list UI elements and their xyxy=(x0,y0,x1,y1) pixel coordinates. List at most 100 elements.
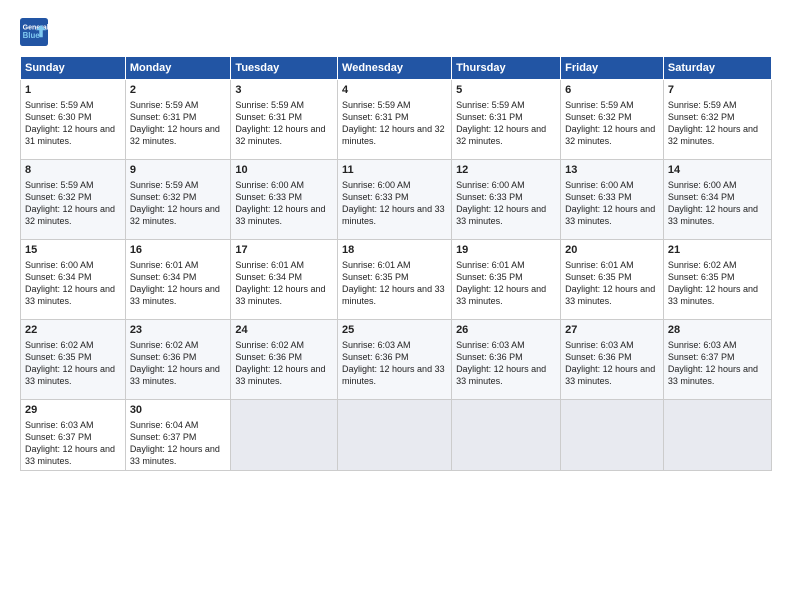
sunrise: Sunrise: 6:04 AM xyxy=(130,420,199,430)
daylight-label: Daylight: 12 hours and 33 minutes. xyxy=(456,284,546,306)
sunrise: Sunrise: 6:02 AM xyxy=(130,340,199,350)
sunrise: Sunrise: 5:59 AM xyxy=(25,180,94,190)
sunrise: Sunrise: 6:03 AM xyxy=(456,340,525,350)
day-header-friday: Friday xyxy=(561,57,664,80)
sunrise: Sunrise: 6:00 AM xyxy=(342,180,411,190)
daylight-label: Daylight: 12 hours and 33 minutes. xyxy=(25,364,115,386)
day-header-row: SundayMondayTuesdayWednesdayThursdayFrid… xyxy=(21,57,772,80)
day-number: 28 xyxy=(668,323,767,338)
sunrise: Sunrise: 6:03 AM xyxy=(25,420,94,430)
sunset: Sunset: 6:37 PM xyxy=(130,432,197,442)
daylight-label: Daylight: 12 hours and 33 minutes. xyxy=(456,204,546,226)
daylight-label: Daylight: 12 hours and 33 minutes. xyxy=(25,444,115,466)
sunrise: Sunrise: 6:03 AM xyxy=(565,340,634,350)
calendar-cell: 11 Sunrise: 6:00 AM Sunset: 6:33 PM Dayligh… xyxy=(338,160,452,240)
daylight-label: Daylight: 12 hours and 32 minutes. xyxy=(342,124,445,146)
sunset: Sunset: 6:33 PM xyxy=(342,192,409,202)
header: General Blue xyxy=(20,18,772,46)
calendar-cell: 10Sunrise: 6:00 AMSunset: 6:33 PMDayligh… xyxy=(231,160,338,240)
sunrise: Sunrise: 6:02 AM xyxy=(25,340,94,350)
day-number: 22 xyxy=(25,323,121,338)
calendar-cell: 12Sunrise: 6:00 AMSunset: 6:33 PMDayligh… xyxy=(452,160,561,240)
calendar-cell xyxy=(561,400,664,471)
calendar-cell: 18Sunrise: 6:01 AMSunset: 6:35 PMDayligh… xyxy=(338,240,452,320)
sunset: Sunset: 6:34 PM xyxy=(235,272,302,282)
sunrise: Sunrise: 6:03 AM xyxy=(668,340,737,350)
daylight-label: Daylight: 12 hours and 32 minutes. xyxy=(130,124,220,146)
week-row-5: 29 Sunrise: 6:03 AM Sunset: 6:37 PM Dayligh… xyxy=(21,400,772,471)
day-number: 9 xyxy=(130,163,227,178)
calendar-cell: 8Sunrise: 5:59 AMSunset: 6:32 PMDaylight… xyxy=(21,160,126,240)
week-row-4: 22Sunrise: 6:02 AMSunset: 6:35 PMDayligh… xyxy=(21,320,772,400)
daylight-label: Daylight: 12 hours and 33 minutes. xyxy=(235,284,325,306)
sunrise: Sunrise: 5:59 AM xyxy=(456,100,525,110)
day-number: 14 xyxy=(668,163,767,178)
sunset: Sunset: 6:37 PM xyxy=(668,352,735,362)
sunrise: Sunrise: 5:59 AM xyxy=(130,100,199,110)
sunset: Sunset: 6:31 PM xyxy=(342,112,409,122)
daylight-label: Daylight: 12 hours and 33 minutes. xyxy=(565,204,655,226)
sunrise: Sunrise: 6:00 AM xyxy=(235,180,304,190)
calendar-cell: 2Sunrise: 5:59 AMSunset: 6:31 PMDaylight… xyxy=(125,80,231,160)
daylight-label: Daylight: 12 hours and 33 minutes. xyxy=(565,364,655,386)
sunrise: Sunrise: 6:01 AM xyxy=(235,260,304,270)
daylight-label: Daylight: 12 hours and 33 minutes. xyxy=(235,204,325,226)
sunset: Sunset: 6:30 PM xyxy=(25,112,92,122)
daylight-label: Daylight: 12 hours and 32 minutes. xyxy=(235,124,325,146)
daylight-label: Daylight: 12 hours and 33 minutes. xyxy=(130,364,220,386)
day-number: 26 xyxy=(456,323,556,338)
day-number: 13 xyxy=(565,163,659,178)
sunset: Sunset: 6:32 PM xyxy=(565,112,632,122)
sunset: Sunset: 6:36 PM xyxy=(342,352,409,362)
sunrise: Sunrise: 6:01 AM xyxy=(342,260,411,270)
sunrise: Sunrise: 6:02 AM xyxy=(668,260,737,270)
calendar-cell: 25Sunrise: 6:03 AMSunset: 6:36 PMDayligh… xyxy=(338,320,452,400)
calendar-cell: 6Sunrise: 5:59 AMSunset: 6:32 PMDaylight… xyxy=(561,80,664,160)
sunset: Sunset: 6:33 PM xyxy=(456,192,523,202)
sunset: Sunset: 6:34 PM xyxy=(130,272,197,282)
daylight-label: Daylight: 12 hours and 33 minutes. xyxy=(130,444,220,466)
daylight-label: Daylight: 12 hours and 33 minutes. xyxy=(130,284,220,306)
day-number: 10 xyxy=(235,163,333,178)
day-number: 29 xyxy=(25,403,121,418)
calendar-cell xyxy=(338,400,452,471)
sunset: Sunset: 6:35 PM xyxy=(456,272,523,282)
daylight-label: Daylight: 12 hours and 32 minutes. xyxy=(456,124,546,146)
week-row-1: 1Sunrise: 5:59 AMSunset: 6:30 PMDaylight… xyxy=(21,80,772,160)
daylight-label: Daylight: 12 hours and 33 minutes. xyxy=(25,284,115,306)
day-header-saturday: Saturday xyxy=(663,57,771,80)
calendar-cell: 4Sunrise: 5:59 AMSunset: 6:31 PMDaylight… xyxy=(338,80,452,160)
sunset: Sunset: 6:37 PM xyxy=(25,432,92,442)
daylight-label: Daylight: 12 hours and 32 minutes. xyxy=(130,204,220,226)
calendar-cell: 14Sunrise: 6:00 AMSunset: 6:34 PMDayligh… xyxy=(663,160,771,240)
day-number: 24 xyxy=(235,323,333,338)
sunrise: Sunrise: 6:00 AM xyxy=(668,180,737,190)
calendar-cell: 17Sunrise: 6:01 AMSunset: 6:34 PMDayligh… xyxy=(231,240,338,320)
day-header-sunday: Sunday xyxy=(21,57,126,80)
daylight-label: Daylight: 12 hours and 33 minutes. xyxy=(342,364,445,386)
week-row-3: 15Sunrise: 6:00 AMSunset: 6:34 PMDayligh… xyxy=(21,240,772,320)
calendar-cell: 20Sunrise: 6:01 AMSunset: 6:35 PMDayligh… xyxy=(561,240,664,320)
daylight-label: Daylight: 12 hours and 33 minutes. xyxy=(668,204,758,226)
calendar-cell: 26Sunrise: 6:03 AMSunset: 6:36 PMDayligh… xyxy=(452,320,561,400)
calendar-cell: 15Sunrise: 6:00 AMSunset: 6:34 PMDayligh… xyxy=(21,240,126,320)
day-number: 27 xyxy=(565,323,659,338)
sunset: Sunset: 6:35 PM xyxy=(565,272,632,282)
sunset: Sunset: 6:32 PM xyxy=(25,192,92,202)
sunrise: Sunrise: 6:00 AM xyxy=(25,260,94,270)
sunset: Sunset: 6:31 PM xyxy=(130,112,197,122)
logo-icon: General Blue xyxy=(20,18,48,46)
sunrise: Sunrise: 6:00 AM xyxy=(565,180,634,190)
sunset: Sunset: 6:36 PM xyxy=(456,352,523,362)
day-number: 23 xyxy=(130,323,227,338)
calendar-cell: 13Sunrise: 6:00 AMSunset: 6:33 PMDayligh… xyxy=(561,160,664,240)
day-header-thursday: Thursday xyxy=(452,57,561,80)
day-number: 11 xyxy=(342,163,447,178)
sunset: Sunset: 6:36 PM xyxy=(565,352,632,362)
daylight-label: Daylight: 12 hours and 33 minutes. xyxy=(342,204,445,226)
day-number: 21 xyxy=(668,243,767,258)
daylight-label: Daylight: 12 hours and 33 minutes. xyxy=(668,284,758,306)
sunset: Sunset: 6:35 PM xyxy=(668,272,735,282)
calendar-cell: 19Sunrise: 6:01 AMSunset: 6:35 PMDayligh… xyxy=(452,240,561,320)
day-number: 25 xyxy=(342,323,447,338)
